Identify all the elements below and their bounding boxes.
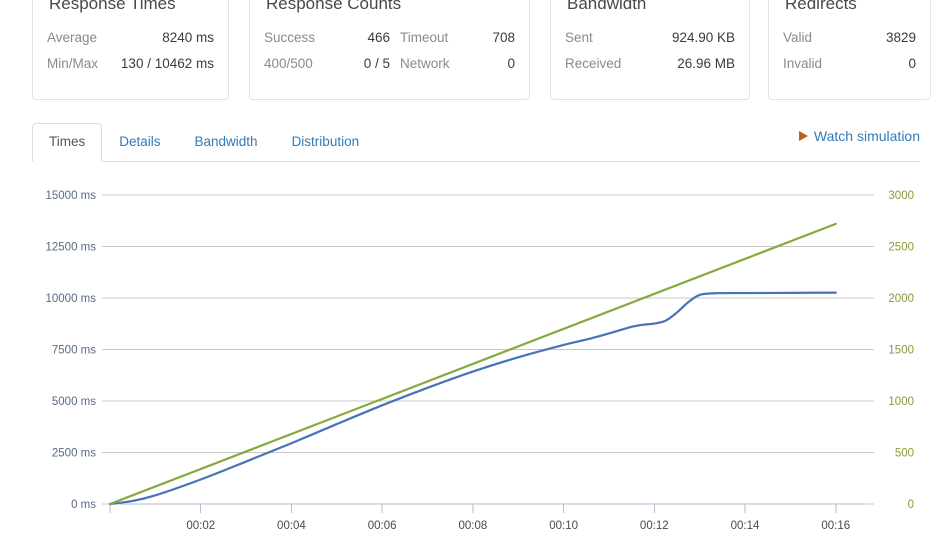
right-axis-tick-label: 500 <box>895 448 914 460</box>
metric-label-average: Average <box>47 30 98 45</box>
metric-value-400-500: 0 / 5 <box>363 56 390 71</box>
x-axis-tick-label: 00:04 <box>277 520 306 532</box>
metric-label-400-500: 400/500 <box>264 56 313 71</box>
right-axis-tick-label: 3000 <box>888 190 914 202</box>
metric-value-sent: 924.90 KB <box>671 30 735 45</box>
card-bandwidth: Bandwidth Sent 924.90 KB Received 26.96 … <box>550 0 750 100</box>
simulation-results-page: Response Times Average 8240 ms Min/Max 1… <box>0 0 936 539</box>
card-title-response-times: Response Times <box>49 0 176 13</box>
metric-label-network: Network <box>400 56 450 71</box>
metric-value-timeout: 708 <box>492 30 515 45</box>
metric-label-received: Received <box>565 56 622 71</box>
card-title-response-counts: Response Counts <box>266 0 402 13</box>
metric-value-valid: 3829 <box>885 30 916 45</box>
card-response-counts: Response Counts Success 466 Timeout 708 … <box>249 0 530 100</box>
metric-row: Success 466 Timeout 708 <box>264 25 515 51</box>
left-axis-tick-label: 12500 ms <box>45 242 96 254</box>
left-axis-tick-label: 15000 ms <box>45 190 96 202</box>
x-axis-tick-label: 00:02 <box>186 520 215 532</box>
card-redirects: Redirects Valid 3829 Invalid 0 <box>768 0 931 100</box>
metric-label-invalid: Invalid <box>783 56 823 71</box>
right-axis-tick-label: 1000 <box>888 396 914 408</box>
metric-value-network: 0 <box>507 56 515 71</box>
card-response-times: Response Times Average 8240 ms Min/Max 1… <box>32 0 229 100</box>
x-axis-tick-label: 00:12 <box>640 520 669 532</box>
tab-bandwidth[interactable]: Bandwidth <box>178 123 275 162</box>
times-chart: 0 ms 2500 ms 5000 ms 7500 ms 10000 ms 12500 m… <box>0 170 936 539</box>
card-rows: Average 8240 ms Min/Max 130 / 10462 ms <box>47 25 214 77</box>
metric-row: Invalid 0 <box>783 51 916 77</box>
metric-value-invalid: 0 <box>908 56 916 71</box>
tab-list: Times Details Bandwidth Distribution <box>32 123 376 162</box>
watch-simulation-link[interactable]: Watch simulation <box>798 127 920 145</box>
metric-label-timeout: Timeout <box>400 30 449 45</box>
metric-row: Received 26.96 MB <box>565 51 735 77</box>
card-rows: Sent 924.90 KB Received 26.96 MB <box>565 25 735 77</box>
x-axis-tick-label: 00:10 <box>549 520 578 532</box>
tab-distribution[interactable]: Distribution <box>275 123 377 162</box>
times-chart-svg: 0 ms 2500 ms 5000 ms 7500 ms 10000 ms 12500 m… <box>45 190 914 532</box>
metric-value-minmax: 130 / 10462 ms <box>120 56 214 71</box>
metric-row: Valid 3829 <box>783 25 916 51</box>
left-axis-tick-label: 2500 ms <box>52 448 96 460</box>
metric-value-average: 8240 ms <box>162 30 214 45</box>
right-axis-tick-label: 2500 <box>888 242 914 254</box>
metric-label-sent: Sent <box>565 30 593 45</box>
tab-times[interactable]: Times <box>32 123 103 162</box>
metric-label-success: Success <box>264 30 316 45</box>
x-axis-tick-label: 00:16 <box>821 520 850 532</box>
x-axis-tick-label: 00:08 <box>458 520 487 532</box>
left-axis-tick-label: 5000 ms <box>52 396 96 408</box>
right-axis-tick-label: 0 <box>908 499 914 511</box>
play-triangle-icon <box>798 131 808 141</box>
right-axis-tick-label: 1500 <box>888 345 914 357</box>
metric-label-valid: Valid <box>783 30 813 45</box>
metric-row: Sent 924.90 KB <box>565 25 735 51</box>
left-axis-tick-label: 7500 ms <box>52 345 96 357</box>
series-line-users <box>108 222 837 506</box>
series-line-response-time <box>108 291 837 506</box>
metric-row: Average 8240 ms <box>47 25 214 51</box>
right-axis-tick-label: 2000 <box>888 293 914 305</box>
left-axis-tick-label: 0 ms <box>71 499 96 511</box>
card-title-redirects: Redirects <box>785 0 857 13</box>
x-axis-tick-label: 00:06 <box>368 520 397 532</box>
card-title-bandwidth: Bandwidth <box>567 0 647 13</box>
summary-cards: Response Times Average 8240 ms Min/Max 1… <box>0 0 936 102</box>
tab-bar: Times Details Bandwidth Distribution Wat… <box>32 123 920 162</box>
left-axis-tick-label: 10000 ms <box>45 293 96 305</box>
metric-row: Min/Max 130 / 10462 ms <box>47 51 214 77</box>
metric-row: 400/500 0 / 5 Network 0 <box>264 51 515 77</box>
watch-simulation-label: Watch simulation <box>813 128 920 144</box>
metric-label-minmax: Min/Max <box>47 56 99 71</box>
metric-value-received: 26.96 MB <box>677 56 735 71</box>
card-rows: Success 466 Timeout 708 400/500 0 / 5 Ne… <box>264 25 515 77</box>
card-rows: Valid 3829 Invalid 0 <box>783 25 916 77</box>
x-axis-tick-label: 00:14 <box>731 520 760 532</box>
tab-details[interactable]: Details <box>102 123 177 162</box>
metric-value-success: 466 <box>367 30 390 45</box>
